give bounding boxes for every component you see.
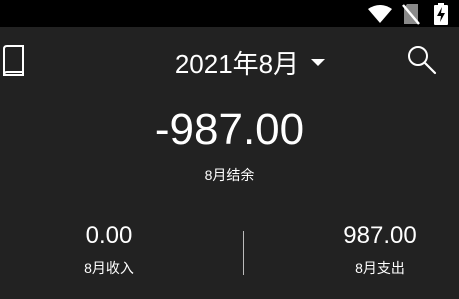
expense-summary[interactable]: 987.00 8月支出 [305,220,455,278]
expense-value: 987.00 [343,222,417,249]
balance-label: 8月结余 [204,167,255,183]
wifi-icon [367,0,393,27]
income-label: 8月收入 [84,260,134,276]
app-body: 2021年8月 -987.00 8月结余 0.00 8月收入 987.00 8月… [0,27,459,299]
expense-label: 8月支出 [355,260,405,276]
income-value: 0.00 [85,222,133,249]
no-sim-icon [402,0,420,27]
top-bar: 2021年8月 [0,27,459,93]
search-icon[interactable] [404,43,440,79]
dropdown-caret-icon [311,58,326,66]
battery-charging-icon [434,0,448,27]
balance-value: -987.00 [154,105,305,154]
month-label: 2021年8月 [174,48,300,79]
status-bar [0,0,459,27]
income-summary[interactable]: 0.00 8月收入 [34,220,184,278]
divider [243,231,244,275]
month-selector[interactable]: 2021年8月 [160,43,340,81]
book-icon[interactable] [0,45,30,77]
